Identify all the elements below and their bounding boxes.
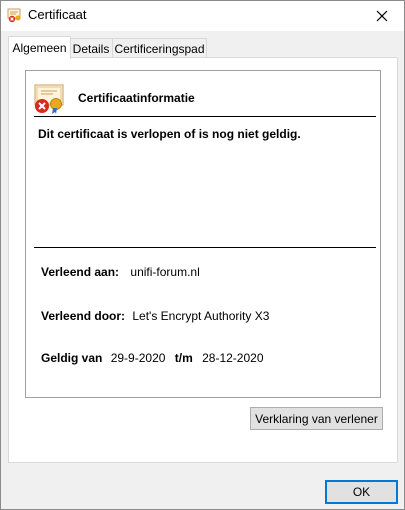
divider-bottom [34, 247, 376, 248]
issued-by-label: Verleend door: [41, 309, 126, 323]
info-heading: Certificaatinformatie [78, 91, 195, 105]
certificate-error-icon [33, 81, 67, 115]
issued-to-value: unifi-forum.nl [130, 265, 200, 279]
issued-to-label: Verleend aan: [41, 265, 120, 279]
valid-from-label: Geldig van [41, 351, 103, 365]
close-button[interactable] [360, 1, 404, 31]
valid-from-value: 29-9-2020 [110, 351, 166, 365]
validity-warning: Dit certificaat is verlopen of is nog ni… [38, 127, 301, 141]
tab-certificeringspad[interactable]: Certificeringspad [112, 38, 207, 58]
issued-by-value: Let's Encrypt Authority X3 [132, 309, 270, 323]
issuer-statement-button[interactable]: Verklaring van verlener [250, 407, 383, 430]
issued-by-row: Verleend door: Let's Encrypt Authority X… [41, 309, 269, 323]
certificate-error-icon [7, 7, 23, 23]
issued-to-row: Verleend aan: unifi-forum.nl [41, 265, 200, 279]
valid-to-label: t/m [174, 351, 193, 365]
validity-row: Geldig van 29-9-2020 t/m 28-12-2020 [41, 351, 264, 365]
ok-button[interactable]: OK [325, 480, 398, 504]
window-title: Certificaat [28, 7, 87, 22]
divider-top [34, 116, 376, 117]
title-bar: Certificaat [1, 1, 404, 31]
close-icon [376, 10, 388, 22]
tab-algemeen[interactable]: Algemeen [8, 36, 71, 59]
valid-to-value: 28-12-2020 [202, 351, 264, 365]
certificate-dialog: Certificaat Algemeen Details Certificeri… [0, 0, 405, 510]
tab-bar: Algemeen Details Certificeringspad [8, 36, 398, 59]
tab-details[interactable]: Details [69, 38, 113, 58]
general-tab-panel: Certificaatinformatie Dit certificaat is… [8, 57, 398, 463]
certificate-info-box: Certificaatinformatie Dit certificaat is… [25, 70, 381, 398]
